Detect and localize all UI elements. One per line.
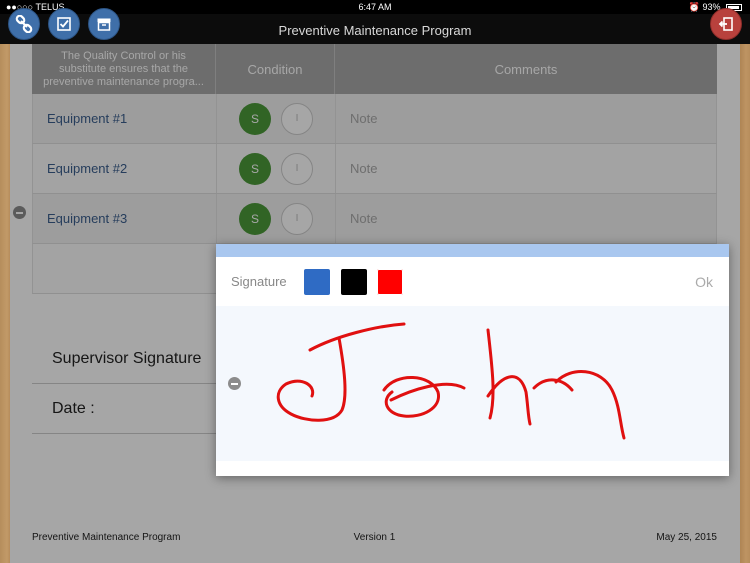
modal-header-bar [216, 244, 729, 257]
note-field[interactable]: Note [336, 194, 716, 243]
empty-cell [33, 244, 217, 293]
archive-icon [97, 18, 111, 31]
equipment-label: Equipment #1 [33, 94, 217, 143]
exit-icon [718, 17, 733, 31]
signature-canvas[interactable] [216, 306, 729, 461]
black-color-swatch[interactable] [341, 269, 367, 295]
table-row: Equipment #1 S I Note [32, 94, 717, 144]
condition-cell: S I [217, 194, 336, 243]
link-button[interactable] [8, 8, 40, 40]
note-field[interactable]: Note [336, 144, 716, 193]
alarm-icon: ⏰ [688, 2, 700, 12]
remove-signature-icon[interactable] [228, 377, 241, 390]
equipment-label: Equipment #2 [33, 144, 217, 193]
ok-button[interactable]: Ok [695, 274, 713, 290]
blue-color-swatch[interactable] [304, 269, 330, 295]
condition-cell: S I [217, 94, 336, 143]
table-header: The Quality Control or his substitute en… [32, 44, 717, 94]
link-icon [15, 15, 33, 33]
footer-version: Version 1 [353, 532, 396, 543]
satisfactory-button[interactable]: S [239, 102, 271, 135]
satisfactory-button[interactable]: S [239, 202, 271, 235]
footer-date: May 25, 2015 [656, 532, 717, 543]
header-question: The Quality Control or his substitute en… [32, 44, 216, 94]
supervisor-signature-label: Supervisor Signature [52, 349, 202, 367]
exit-button[interactable] [710, 8, 742, 40]
incomplete-button[interactable]: I [281, 202, 313, 235]
table-row: Equipment #3 S I Note [32, 194, 717, 244]
signature-toolbar: Signature Ok [216, 257, 729, 306]
incomplete-button[interactable]: I [281, 152, 313, 185]
incomplete-button[interactable]: I [281, 102, 313, 135]
table-row: Equipment #2 S I Note [32, 144, 717, 194]
handwritten-signature [276, 322, 626, 440]
satisfactory-button[interactable]: S [239, 152, 271, 185]
signature-label: Signature [231, 274, 287, 289]
checklist-button[interactable] [48, 8, 80, 40]
checklist-icon [57, 17, 71, 31]
archive-button[interactable] [88, 8, 120, 40]
header-comments: Comments [494, 61, 558, 77]
header-condition: Condition [216, 44, 335, 94]
note-field[interactable]: Note [336, 94, 716, 143]
condition-cell: S I [217, 144, 336, 193]
signature-modal: Signature Ok [216, 244, 729, 476]
remove-row-icon[interactable] [13, 206, 26, 219]
red-color-swatch[interactable] [377, 269, 403, 295]
date-label: Date : [52, 399, 95, 417]
equipment-label: Equipment #3 [33, 194, 217, 243]
